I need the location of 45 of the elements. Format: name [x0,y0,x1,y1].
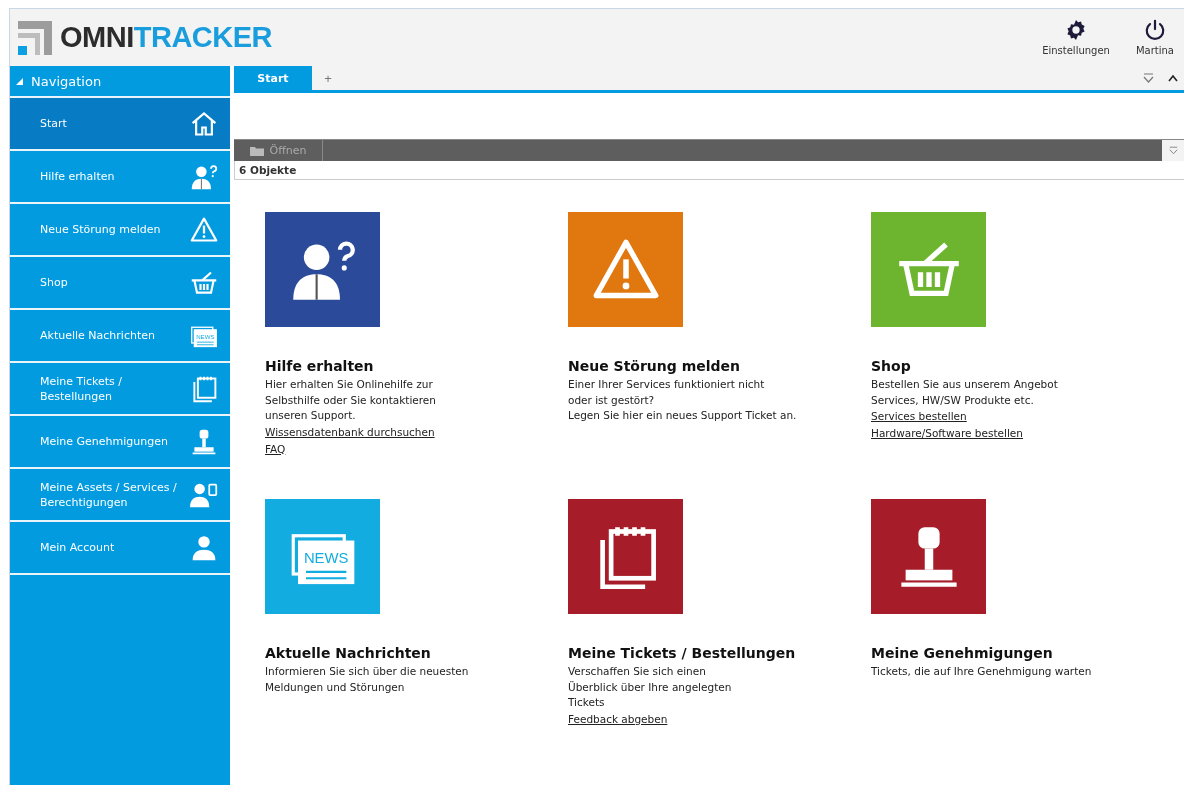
dropdown-icon[interactable] [1143,73,1154,83]
tile-description: Einer Ihrer Services funktioniert nicht oder ist gestört? Legen Sie hier ein neues Support Ticket an. [568,377,798,423]
logo-text: OMNI [60,21,134,54]
logo-icon [18,20,52,55]
tile-description: Verschaffen Sie sich einen Überblick über Ihre angelegten Tickets [568,664,733,710]
tile-button[interactable] [568,212,683,327]
tile-button[interactable] [871,212,986,327]
nav-item[interactable]: Start [10,98,230,151]
collapse-icon[interactable] [1168,74,1178,82]
tile-title: Meine Genehmigungen [871,645,1054,661]
tile-link[interactable]: Hardware/Software bestellen [871,425,1023,442]
house-icon [190,109,218,138]
tile-title: Neue Störung melden [568,358,742,374]
stamp-icon [190,427,218,456]
tile-link[interactable]: Wissensdatenbank durchsuchen [265,423,435,441]
tile-description: Tickets, die auf Ihre Genehmigung warten [871,664,1093,679]
settings-button[interactable]: Einstellungen [1042,19,1110,56]
tile-button[interactable] [265,212,380,327]
person-icon [190,533,218,562]
collapse-icon [16,77,23,85]
tab[interactable]: Start [234,66,312,90]
tile-description: Bestellen Sie aus unserem Angebot Services, HW/SW Produkte etc. [871,377,1059,408]
settings-icon [1065,19,1088,41]
logo-text: TRACKER [133,21,272,54]
tile-link[interactable]: Services bestellen [871,408,967,425]
tile-description: Hier erhalten Sie Onlinehilfe zur Selbsthilfe oder Sie kontaktieren unseren Support. [265,377,437,423]
tile-link[interactable]: FAQ [265,440,286,458]
notepad-icon [190,374,218,403]
warning-icon [190,215,218,244]
tile-title: Hilfe erhalten [265,358,375,374]
tile-title: Meine Tickets / Bestellungen [568,645,797,661]
tile-button[interactable] [871,499,986,614]
tile-button[interactable]: NEWS [265,499,380,614]
tile-description: Informieren Sie sich über die neuesten Meldungen und Störungen [265,664,470,695]
object-count: 6 Objekte [234,160,1184,180]
dropdown-icon [1168,146,1178,156]
user-button[interactable]: Martina [1135,19,1174,56]
add-tab-button[interactable]: + [312,66,344,90]
tile-title: Aktuelle Nachrichten [265,645,432,661]
tile-button[interactable] [568,499,683,614]
folder-icon [249,145,264,156]
tile-title: Shop [871,358,912,374]
tile-link[interactable]: Feedback abgeben [568,710,668,728]
power-icon [1143,19,1166,41]
person-question-icon [190,162,218,191]
